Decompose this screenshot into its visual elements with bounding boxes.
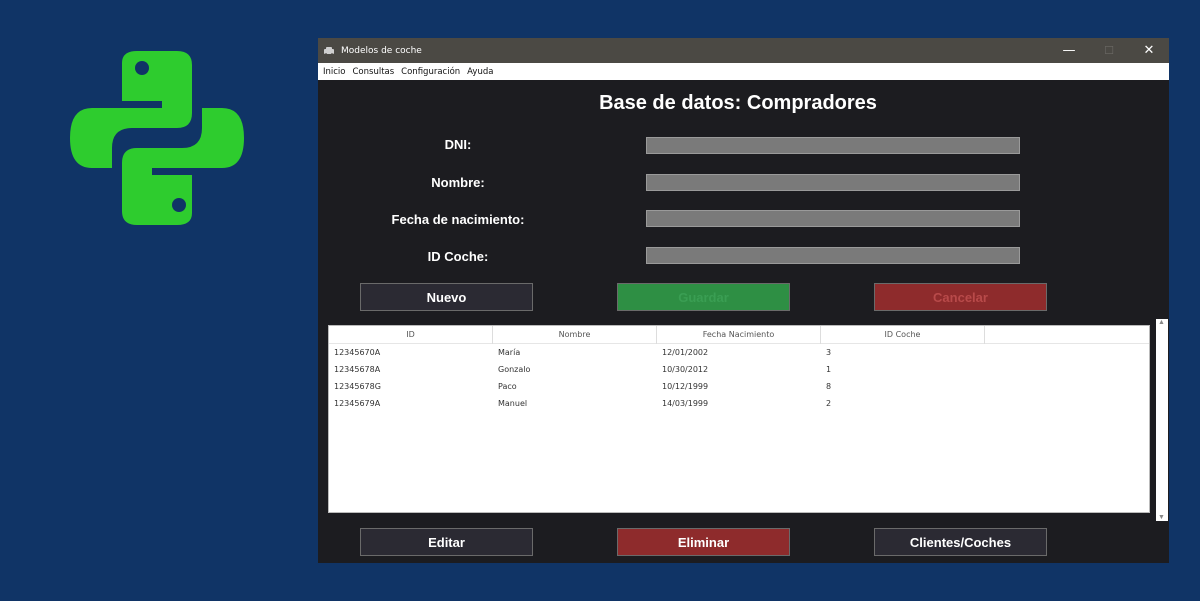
column-header-id[interactable]: ID xyxy=(329,326,493,344)
maximize-button[interactable]: ☐ xyxy=(1089,38,1129,63)
menu-inicio[interactable]: Inicio xyxy=(323,67,346,77)
page-title: Base de datos: Compradores xyxy=(599,92,877,114)
cell-id-coche: 8 xyxy=(826,382,832,391)
column-header-fecha[interactable]: Fecha Nacimiento xyxy=(657,326,821,344)
nombre-label: Nombre: xyxy=(431,175,485,190)
nombre-input[interactable] xyxy=(646,174,1020,191)
id-coche-input[interactable] xyxy=(646,247,1020,264)
cell-fecha: 14/03/1999 xyxy=(662,399,709,408)
cell-fecha: 10/30/2012 xyxy=(662,365,709,374)
cell-id: 12345679A xyxy=(334,399,381,408)
app-window: Modelos de coche — ☐ ✕ Inicio Consultas … xyxy=(318,38,1169,563)
table-header: ID Nombre Fecha Nacimiento ID Coche xyxy=(329,326,1149,344)
cell-id: 12345670A xyxy=(334,348,381,357)
guardar-button[interactable]: Guardar xyxy=(617,283,790,311)
cell-id-coche: 1 xyxy=(826,365,832,374)
menu-consultas[interactable]: Consultas xyxy=(353,67,395,77)
eliminar-button[interactable]: Eliminar xyxy=(617,528,790,556)
python-logo-icon xyxy=(70,51,244,225)
menu-ayuda[interactable]: Ayuda xyxy=(467,67,493,77)
cell-nombre: María xyxy=(498,348,521,357)
column-header-nombre[interactable]: Nombre xyxy=(493,326,657,344)
dni-label: DNI: xyxy=(444,137,472,152)
window-title: Modelos de coche xyxy=(341,45,422,56)
cell-id: 12345678A xyxy=(334,365,381,374)
clientes-coches-button[interactable]: Clientes/Coches xyxy=(874,528,1047,556)
cell-nombre: Manuel xyxy=(498,399,528,408)
table-row[interactable]: 12345678G Paco 10/12/1999 8 xyxy=(329,378,1149,395)
cancelar-button[interactable]: Cancelar xyxy=(874,283,1047,311)
close-button[interactable]: ✕ xyxy=(1129,38,1169,63)
menu-bar: Inicio Consultas Configuración Ayuda xyxy=(318,63,1169,80)
cell-id-coche: 2 xyxy=(826,399,832,408)
cell-nombre: Gonzalo xyxy=(498,365,531,374)
cell-fecha: 12/01/2002 xyxy=(662,348,709,357)
fecha-nacimiento-input[interactable] xyxy=(646,210,1020,227)
cell-fecha: 10/12/1999 xyxy=(662,382,709,391)
cell-id-coche: 3 xyxy=(826,348,832,357)
dni-input[interactable] xyxy=(646,137,1020,154)
minimize-button[interactable]: — xyxy=(1049,38,1089,63)
table-row[interactable]: 12345670A María 12/01/2002 3 xyxy=(329,344,1149,361)
fecha-nacimiento-label: Fecha de nacimiento: xyxy=(391,212,525,227)
title-bar[interactable]: Modelos de coche — ☐ ✕ xyxy=(318,38,1169,63)
id-coche-label: ID Coche: xyxy=(427,249,489,264)
cell-nombre: Paco xyxy=(498,382,517,391)
nuevo-button[interactable]: Nuevo xyxy=(360,283,533,311)
editar-button[interactable]: Editar xyxy=(360,528,533,556)
scroll-up-icon[interactable]: ▲ xyxy=(1158,319,1165,326)
menu-configuracion[interactable]: Configuración xyxy=(401,67,460,77)
car-icon xyxy=(324,46,334,56)
table-scrollbar[interactable]: ▲ ▼ xyxy=(1156,319,1168,521)
table-row[interactable]: 12345679A Manuel 14/03/1999 2 xyxy=(329,395,1149,412)
scroll-down-icon[interactable]: ▼ xyxy=(1158,514,1165,521)
column-header-id-coche[interactable]: ID Coche xyxy=(821,326,985,344)
cell-id: 12345678G xyxy=(334,382,381,391)
compradores-table[interactable]: ID Nombre Fecha Nacimiento ID Coche 1234… xyxy=(328,325,1150,513)
table-row[interactable]: 12345678A Gonzalo 10/30/2012 1 xyxy=(329,361,1149,378)
